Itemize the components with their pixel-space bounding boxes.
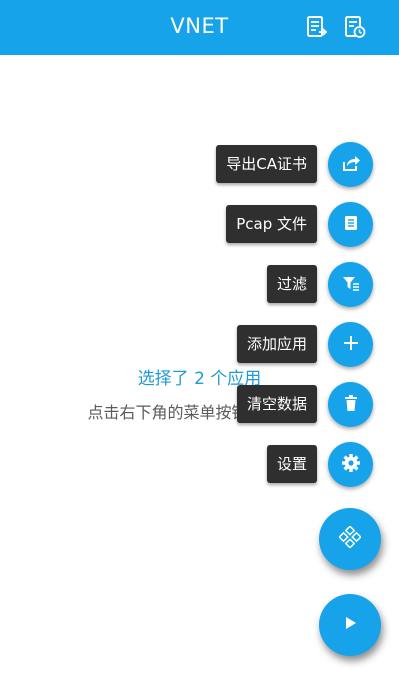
clear-data-button[interactable] (328, 382, 373, 427)
filter-icon (342, 274, 360, 296)
play-icon (342, 615, 358, 635)
app-bar: VNET (0, 0, 399, 55)
add-app-label[interactable]: 添加应用 (236, 325, 317, 363)
gear-icon (341, 453, 361, 477)
app-title: VNET (170, 14, 229, 38)
trash-icon (342, 394, 360, 416)
start-capture-button[interactable] (319, 594, 381, 656)
clear-data-label[interactable]: 清空数据 (236, 385, 317, 423)
diamond-grid-icon (338, 525, 362, 552)
add-app-button[interactable] (328, 322, 373, 367)
history-icon[interactable] (342, 13, 368, 41)
share-icon (341, 153, 361, 177)
settings-button[interactable] (328, 442, 373, 487)
pcap-file-label[interactable]: Pcap 文件 (226, 205, 317, 243)
log-export-icon[interactable] (304, 13, 330, 41)
pcap-file-button[interactable] (328, 202, 373, 247)
filter-label[interactable]: 过滤 (266, 265, 317, 303)
filter-button[interactable] (328, 262, 373, 307)
document-icon (342, 214, 360, 236)
plus-icon (342, 334, 360, 356)
settings-label[interactable]: 设置 (266, 445, 317, 483)
menu-fab-button[interactable] (319, 508, 381, 570)
export-ca-button[interactable] (328, 142, 373, 187)
export-ca-label[interactable]: 导出CA证书 (216, 145, 317, 183)
